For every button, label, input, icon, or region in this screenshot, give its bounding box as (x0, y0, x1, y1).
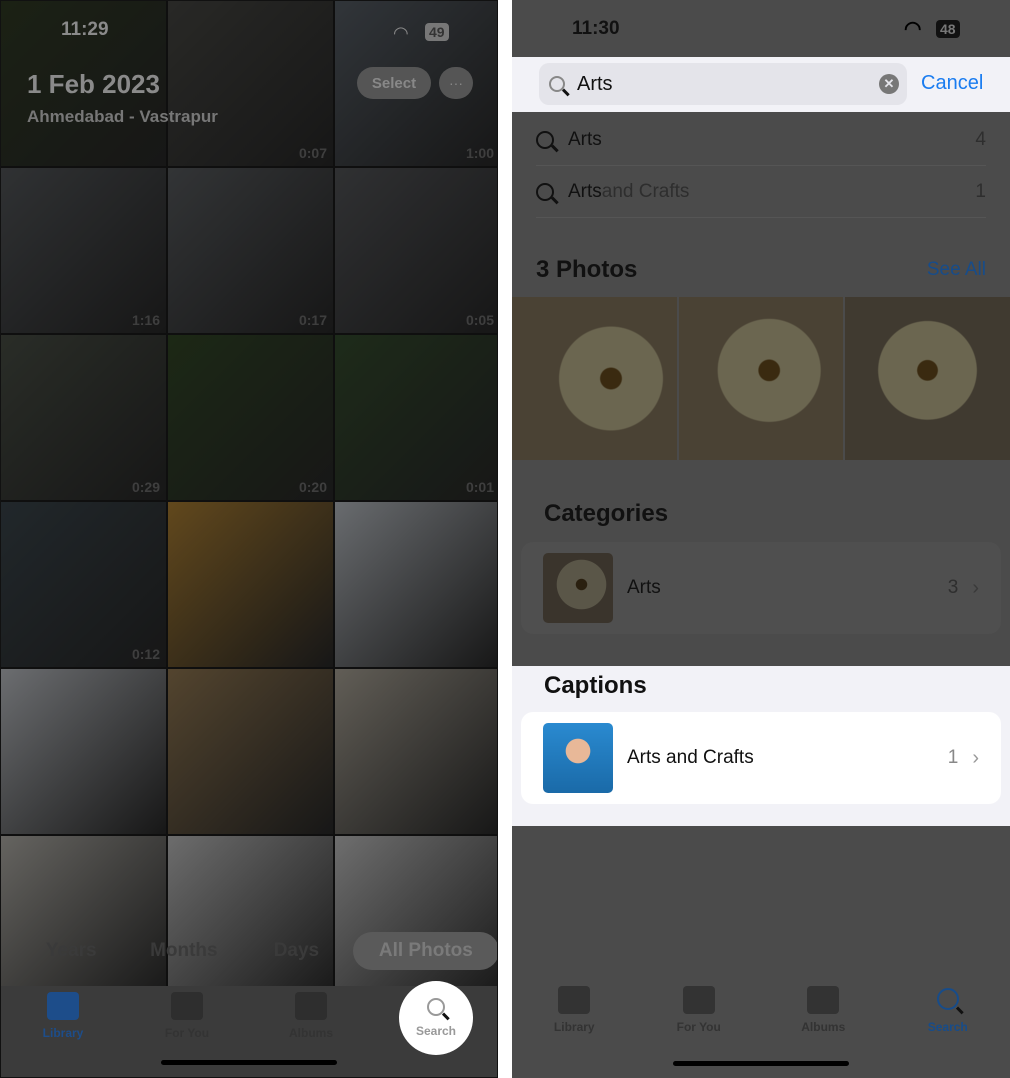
clear-search-button[interactable]: ✕ (879, 74, 899, 94)
tab-label: For You (164, 1026, 210, 1040)
search-value: Arts (577, 72, 613, 95)
caption-thumbnail (543, 723, 613, 793)
suggestion-label: Arts (568, 180, 602, 202)
search-icon (536, 130, 554, 149)
tab-label: Library (42, 1026, 84, 1040)
battery-indicator: 48 (936, 20, 960, 38)
photo-results (512, 297, 1010, 460)
tab-search[interactable]: Search (886, 980, 1010, 1073)
search-icon (936, 988, 959, 1010)
dim-overlay (1, 1, 497, 1077)
suggestion-count: 1 (975, 180, 986, 202)
tab-library[interactable]: Library (1, 986, 125, 1077)
categories-section-title: Categories (544, 500, 669, 527)
tab-bar: Library For You Albums Search (512, 980, 1010, 1073)
search-icon (536, 182, 554, 201)
wifi-icon: ◠ (393, 23, 409, 43)
photos-section-title: 3 Photos (536, 256, 638, 283)
status-time: 11:29 (61, 19, 109, 40)
category-item[interactable]: Arts 3 › (521, 542, 1001, 634)
suggestion-suffix: and Crafts (601, 180, 690, 202)
tab-library[interactable]: Library (512, 980, 637, 1073)
status-time: 11:30 (572, 18, 620, 39)
library-screen: 0:071:001:160:170:050:290:200:010:12 11:… (0, 0, 498, 1078)
see-all-link[interactable]: See All (927, 259, 986, 281)
albums-icon (295, 992, 327, 1020)
photo-result[interactable] (845, 297, 1010, 460)
view-segmented-control: Years Months Days All Photos (15, 931, 497, 971)
tab-label: Albums (288, 1026, 333, 1040)
for-you-icon (682, 986, 715, 1014)
date-title: 1 Feb 2023 (27, 69, 160, 99)
caption-label: Arts and Crafts (627, 747, 754, 768)
albums-icon (807, 986, 840, 1014)
segment-months[interactable]: Months (128, 940, 241, 962)
search-icon (427, 998, 445, 1016)
segment-all-photos[interactable]: All Photos (352, 932, 497, 970)
search-bar-area: Arts ✕ Cancel (512, 57, 1010, 112)
wifi-icon: ◠ (904, 18, 922, 40)
library-icon (558, 986, 591, 1014)
home-indicator (161, 1060, 337, 1065)
caption-item[interactable]: Arts and Crafts 1 › (521, 712, 1001, 804)
tab-albums[interactable]: Albums (761, 980, 886, 1073)
tab-label: Albums (801, 1020, 846, 1034)
photo-result[interactable] (678, 297, 844, 460)
category-count: 3 (947, 577, 959, 598)
suggestion-row[interactable]: Arts 4 (536, 114, 986, 166)
tab-label: Search (415, 1024, 457, 1038)
search-input[interactable]: Arts ✕ (539, 63, 907, 105)
select-button[interactable]: Select (357, 67, 431, 99)
location-subtitle: Ahmedabad - Vastrapur (27, 107, 218, 126)
segment-days[interactable]: Days (240, 940, 353, 962)
category-label: Arts (627, 577, 661, 598)
segment-years[interactable]: Years (15, 940, 128, 962)
search-tab-highlight[interactable]: Search (399, 981, 473, 1055)
tab-label: For You (676, 1020, 721, 1034)
cancel-button[interactable]: Cancel (921, 72, 983, 95)
captions-section: Captions Arts and Crafts 1 › (512, 666, 1010, 826)
more-button[interactable]: ··· (439, 67, 473, 99)
suggestion-row[interactable]: Arts and Crafts 1 (536, 166, 986, 218)
tab-label: Search (927, 1020, 968, 1034)
captions-section-title: Captions (544, 672, 647, 699)
tab-label: Library (553, 1020, 595, 1034)
search-icon (549, 76, 565, 92)
suggestion-count: 4 (975, 128, 986, 150)
photo-result[interactable] (512, 297, 677, 460)
suggestion-label: Arts (568, 128, 602, 150)
search-screen: 11:30 ◠ 48 Arts ✕ Cancel Arts 4 Arts and … (512, 0, 1010, 1078)
chevron-right-icon: › (972, 746, 979, 769)
battery-indicator: 49 (425, 23, 449, 41)
library-icon (47, 992, 79, 1020)
tab-for-you[interactable]: For You (637, 980, 762, 1073)
caption-count: 1 (947, 747, 959, 768)
for-you-icon (171, 992, 203, 1020)
home-indicator (673, 1061, 849, 1066)
category-thumbnail (543, 553, 613, 623)
chevron-right-icon: › (972, 576, 979, 599)
